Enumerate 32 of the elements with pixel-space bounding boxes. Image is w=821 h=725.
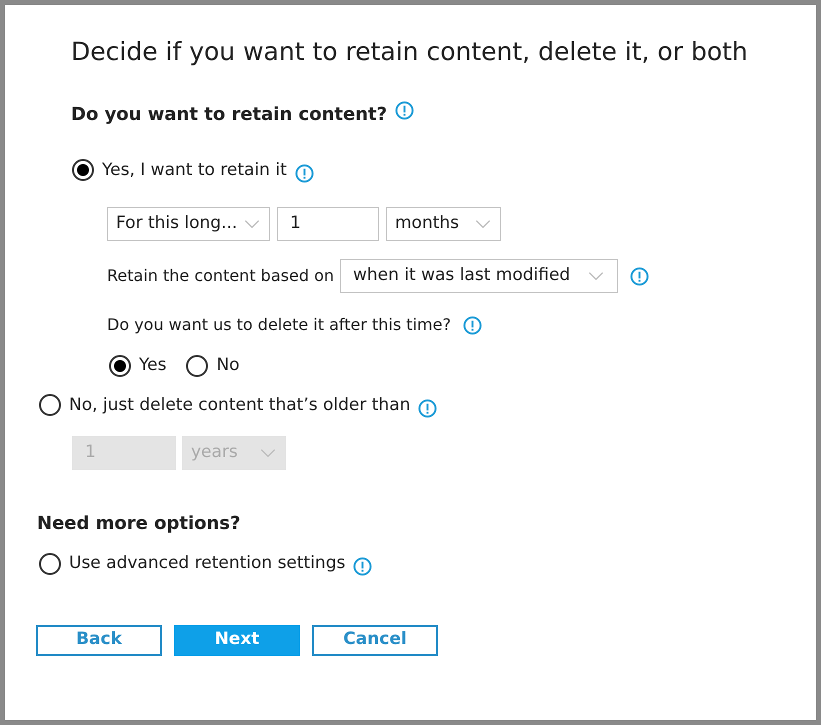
info-icon[interactable] (418, 398, 438, 418)
info-icon[interactable] (395, 100, 414, 120)
dropdown[interactable]: months (386, 207, 501, 241)
option-label: Use advanced retention settings (69, 552, 346, 575)
page-title: Decide if you want to retain content, delete it, or both (71, 36, 749, 68)
option-label: Yes, I want to retain it (102, 158, 287, 182)
action-button[interactable]: Back (36, 624, 162, 656)
info-icon[interactable] (462, 316, 482, 334)
chevron-icon (474, 219, 492, 229)
chevron-icon (243, 219, 261, 229)
radio-button[interactable] (72, 159, 94, 182)
section-heading: Need more options? (37, 512, 240, 536)
dropdown[interactable]: when it was last modified (340, 259, 618, 293)
chevron-icon (259, 448, 277, 458)
option-label: No (216, 354, 240, 377)
radio-button[interactable] (186, 354, 208, 377)
section-heading: Do you want to retain content? (71, 102, 388, 126)
question-text: Do you want us to delete it after this time? (107, 314, 451, 336)
action-button[interactable]: Cancel (312, 624, 438, 656)
info-icon[interactable] (353, 557, 372, 576)
next-button[interactable]: Next (174, 624, 300, 656)
option-label: No, just delete content that’s older than (69, 394, 410, 416)
input-field[interactable]: 1 (277, 207, 379, 241)
info-icon[interactable] (630, 266, 649, 286)
chevron-icon (587, 271, 605, 281)
dropdown[interactable]: For this long... (107, 207, 270, 241)
info-icon[interactable] (294, 164, 314, 183)
field-label: Retain the content based on (107, 265, 334, 287)
radio-button[interactable] (39, 552, 61, 575)
option-label: Yes (139, 354, 166, 377)
radio-button[interactable] (39, 394, 61, 416)
radio-button[interactable] (109, 354, 131, 377)
